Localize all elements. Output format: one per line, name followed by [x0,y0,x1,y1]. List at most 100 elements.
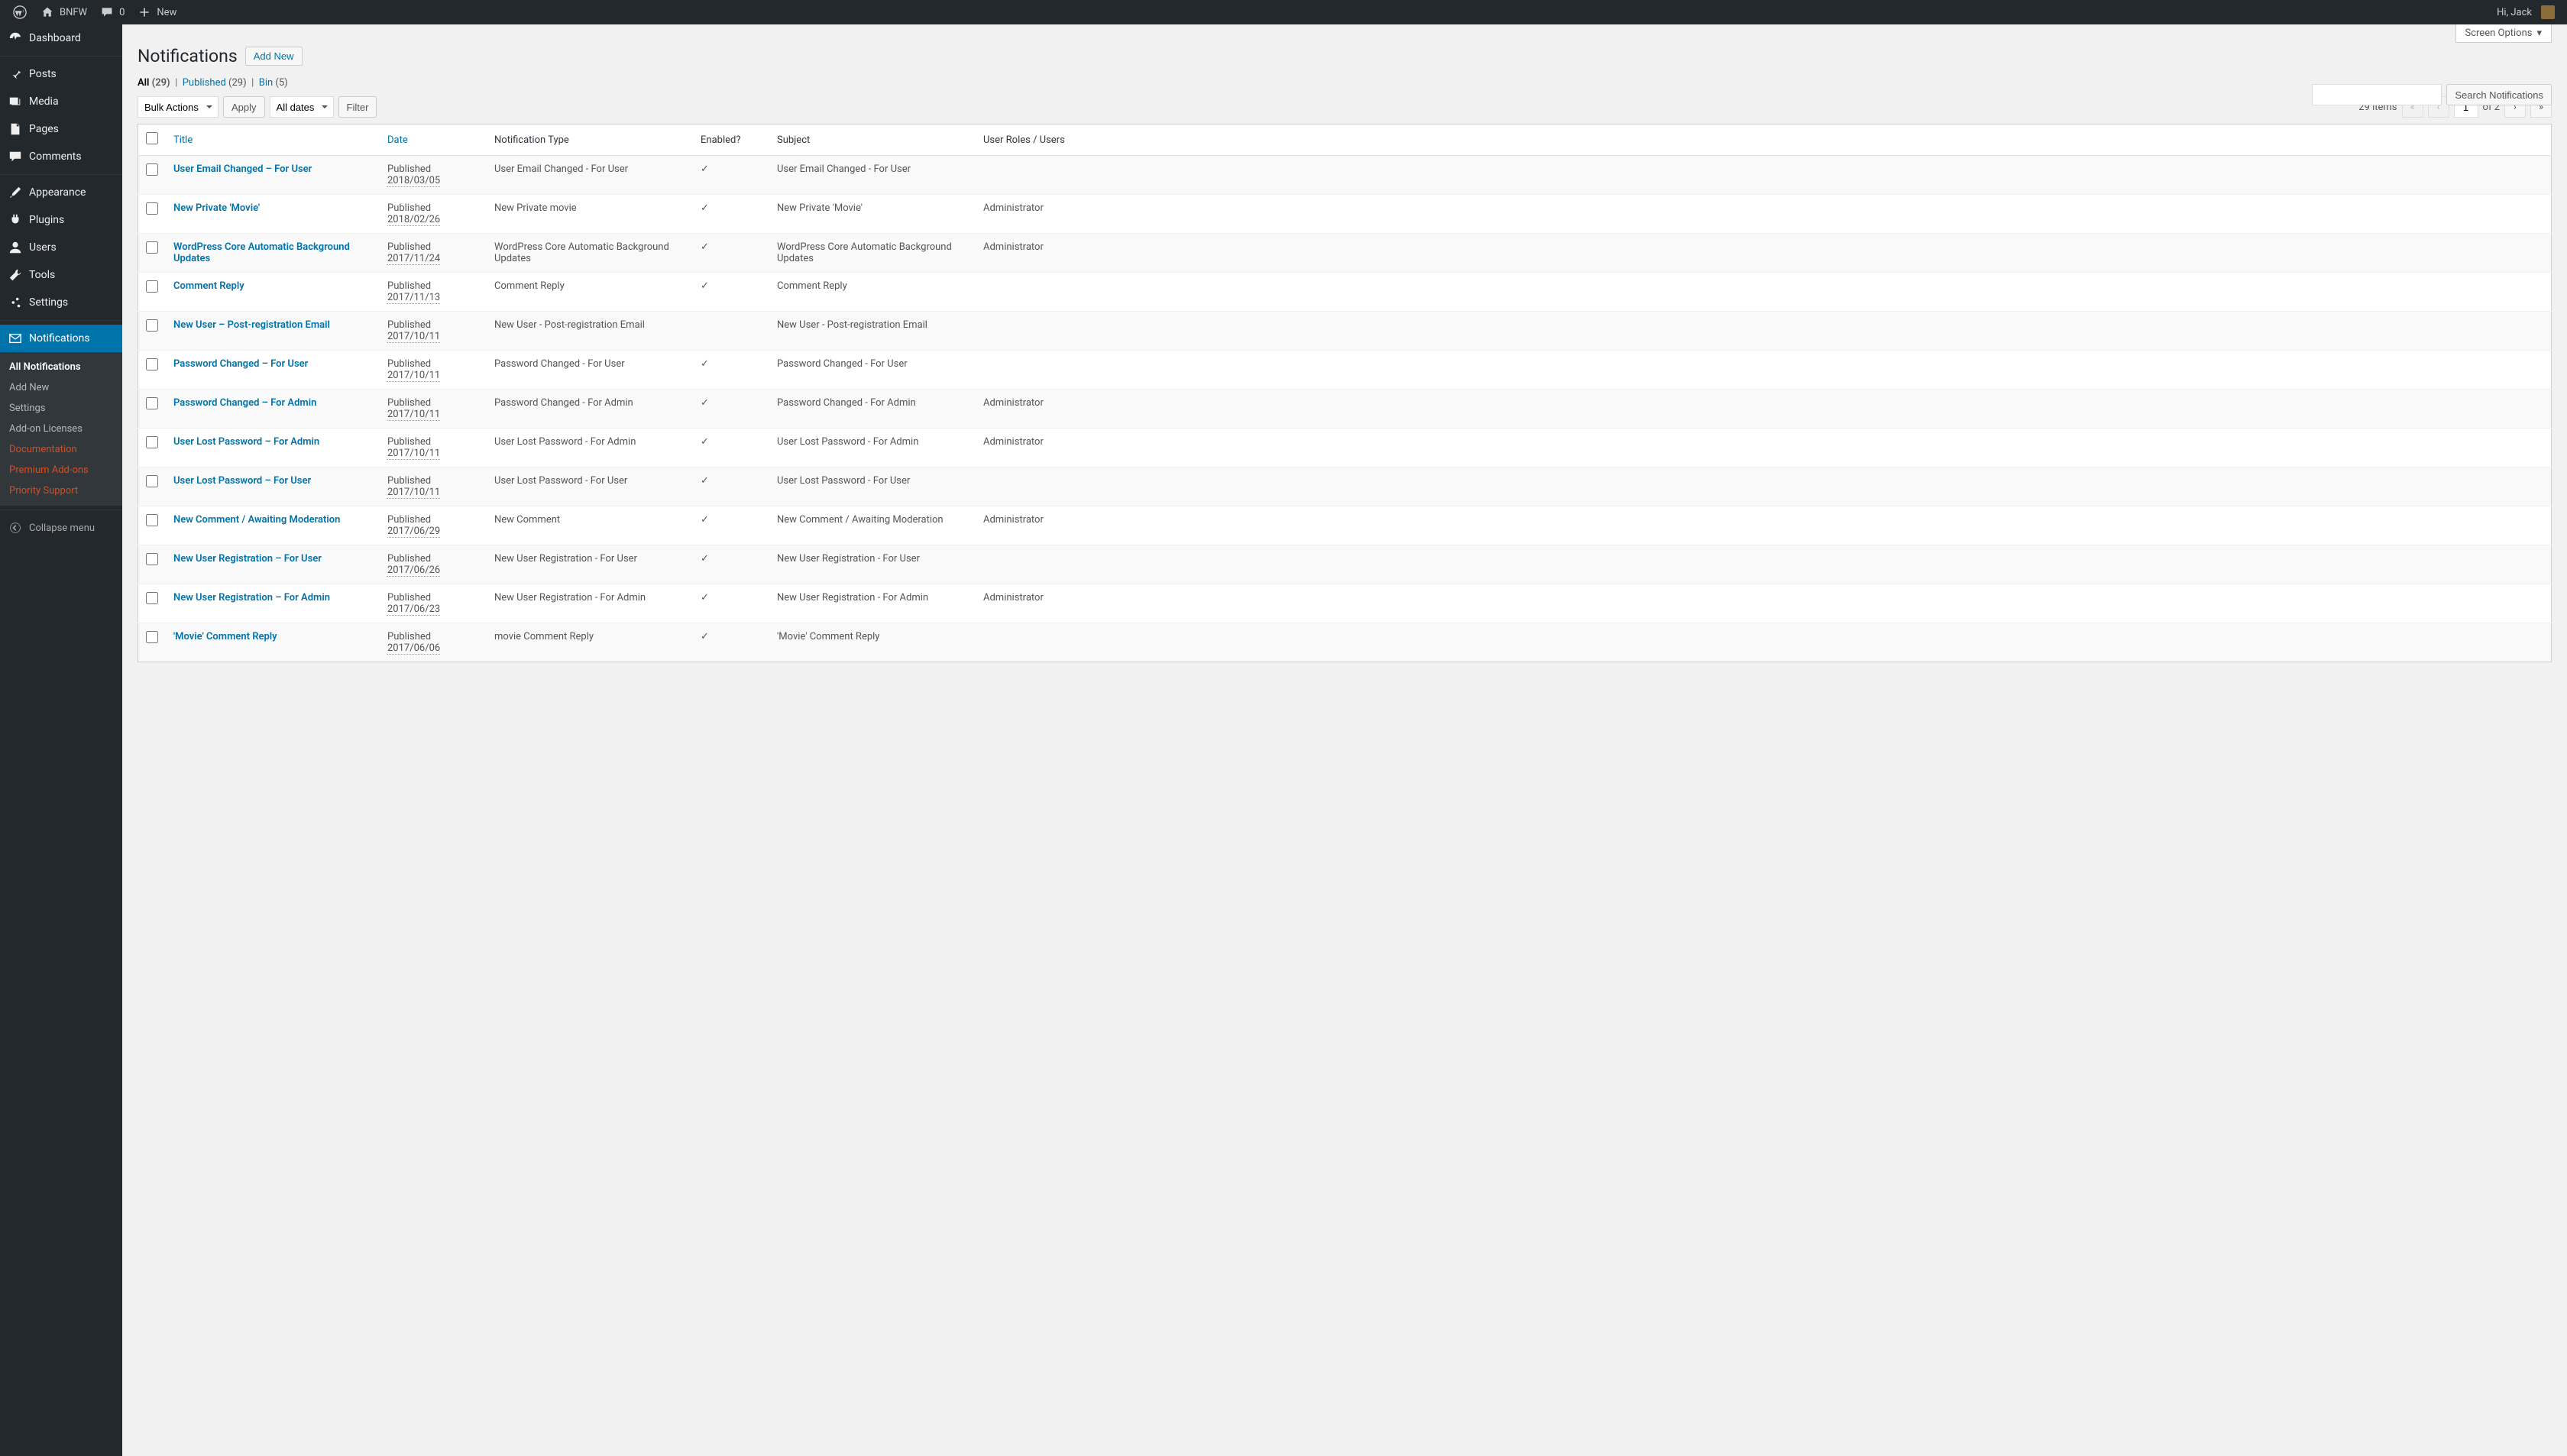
row-subject: Password Changed - For User [769,351,976,390]
menu-notifications[interactable]: Notifications [0,325,122,352]
row-title-link[interactable]: Password Changed – For Admin [173,397,316,409]
wp-logo[interactable] [6,0,34,24]
row-title-link[interactable]: User Lost Password – For User [173,475,311,487]
menu-pages[interactable]: Pages [0,115,122,143]
row-checkbox[interactable] [146,514,158,526]
screen-options-toggle[interactable]: Screen Options ▾ [2455,24,2552,43]
menu-plugins[interactable]: Plugins [0,206,122,234]
row-enabled: ✓ [693,156,769,195]
row-roles: Administrator [976,429,2552,468]
row-type: New Comment [487,506,693,545]
row-subject: New User Registration - For Admin [769,584,976,623]
row-checkbox[interactable] [146,553,158,565]
menu-dashboard[interactable]: Dashboard [0,24,122,52]
table-row: New Comment / Awaiting ModerationPublish… [138,506,2552,545]
col-date[interactable]: Date [387,134,408,146]
row-title-link[interactable]: WordPress Core Automatic Background Upda… [173,241,350,264]
table-row: User Email Changed – For User Published20… [138,156,2552,195]
row-checkbox[interactable] [146,436,158,448]
add-new-button[interactable]: Add New [245,47,303,66]
bulk-actions-select[interactable]: Bulk Actions [138,96,219,118]
table-row: Password Changed – For UserPublished2017… [138,351,2552,390]
row-enabled [693,312,769,351]
search-input[interactable] [2312,84,2442,105]
apply-button[interactable]: Apply [223,96,265,118]
new-content-link[interactable]: New [131,0,183,24]
row-enabled: ✓ [693,273,769,312]
row-title-link[interactable]: New User Registration – For User [173,553,322,565]
row-title-link[interactable]: Comment Reply [173,280,244,292]
menu-comments[interactable]: Comments [0,143,122,170]
col-title[interactable]: Title [173,134,193,146]
search-button[interactable]: Search Notifications [2446,84,2552,105]
collapse-menu[interactable]: Collapse menu [0,514,122,542]
row-checkbox[interactable] [146,280,158,293]
row-subject: New Comment / Awaiting Moderation [769,506,976,545]
row-checkbox[interactable] [146,319,158,332]
menu-posts[interactable]: Posts [0,60,122,88]
row-checkbox[interactable] [146,397,158,409]
row-enabled: ✓ [693,584,769,623]
menu-users[interactable]: Users [0,234,122,261]
submenu-addon-licenses[interactable]: Add-on Licenses [0,419,122,439]
row-checkbox[interactable] [146,631,158,643]
submenu-settings[interactable]: Settings [0,398,122,419]
collapse-icon [8,520,23,535]
row-checkbox[interactable] [146,241,158,254]
my-account-link[interactable]: Hi, Jack [2491,0,2561,24]
menu-appearance[interactable]: Appearance [0,179,122,206]
menu-tools[interactable]: Tools [0,261,122,289]
filter-published[interactable]: Published (29) [183,77,247,89]
site-name: BNFW [60,7,87,18]
site-name-link[interactable]: BNFW [34,0,93,24]
row-roles [976,623,2552,662]
filter-all[interactable]: All (29) [138,77,170,89]
select-all-checkbox[interactable] [146,132,158,144]
row-checkbox[interactable] [146,592,158,604]
row-type: New Private movie [487,195,693,234]
row-date: Published2018/03/05 [380,156,487,195]
row-title-link[interactable]: 'Movie' Comment Reply [173,631,277,642]
submenu-documentation[interactable]: Documentation [0,439,122,460]
row-title-link[interactable]: New Private 'Movie' [173,202,260,214]
row-title-link[interactable]: New Comment / Awaiting Moderation [173,514,340,526]
row-checkbox[interactable] [146,358,158,370]
menu-label: Settings [29,296,68,309]
submenu-priority-support[interactable]: Priority Support [0,480,122,501]
row-checkbox[interactable] [146,475,158,487]
row-date: Published2018/02/26 [380,195,487,234]
row-title-link[interactable]: New User Registration – For Admin [173,592,330,603]
new-label: New [157,7,176,18]
menu-label: Posts [29,68,57,80]
comments-count: 0 [119,7,125,18]
row-subject: User Email Changed - For User [769,156,976,195]
admin-bar: BNFW 0 New Hi, Jack [0,0,2567,24]
status-filters: All (29) | Published (29) | Bin (5) [138,77,2552,89]
submenu-add-new[interactable]: Add New [0,377,122,398]
col-subject: Subject [769,125,976,156]
row-enabled: ✓ [693,351,769,390]
collapse-label: Collapse menu [29,523,95,534]
row-checkbox[interactable] [146,202,158,215]
comments-link[interactable]: 0 [93,0,131,24]
notifications-table: Title Date Notification Type Enabled? Su… [138,124,2552,662]
row-title-link[interactable]: New User – Post-registration Email [173,319,330,331]
row-type: Password Changed - For Admin [487,390,693,429]
plug-icon [8,212,23,228]
filter-button[interactable]: Filter [338,96,377,118]
row-type: User Email Changed - For User [487,156,693,195]
row-subject: New User Registration - For User [769,545,976,584]
submenu-all-notifications[interactable]: All Notifications [0,357,122,377]
row-date: Published2017/10/11 [380,312,487,351]
row-title-link[interactable]: Password Changed – For User [173,358,308,370]
row-title-link[interactable]: User Lost Password – For Admin [173,436,319,448]
menu-media[interactable]: Media [0,88,122,115]
page-title: Notifications [138,46,238,66]
row-title-link[interactable]: User Email Changed – For User [173,163,312,175]
row-date: Published2017/10/11 [380,429,487,468]
row-checkbox[interactable] [146,163,158,176]
menu-settings[interactable]: Settings [0,289,122,316]
date-filter-select[interactable]: All dates [270,96,334,118]
submenu-premium-addons[interactable]: Premium Add-ons [0,460,122,480]
filter-bin[interactable]: Bin (5) [259,77,288,89]
